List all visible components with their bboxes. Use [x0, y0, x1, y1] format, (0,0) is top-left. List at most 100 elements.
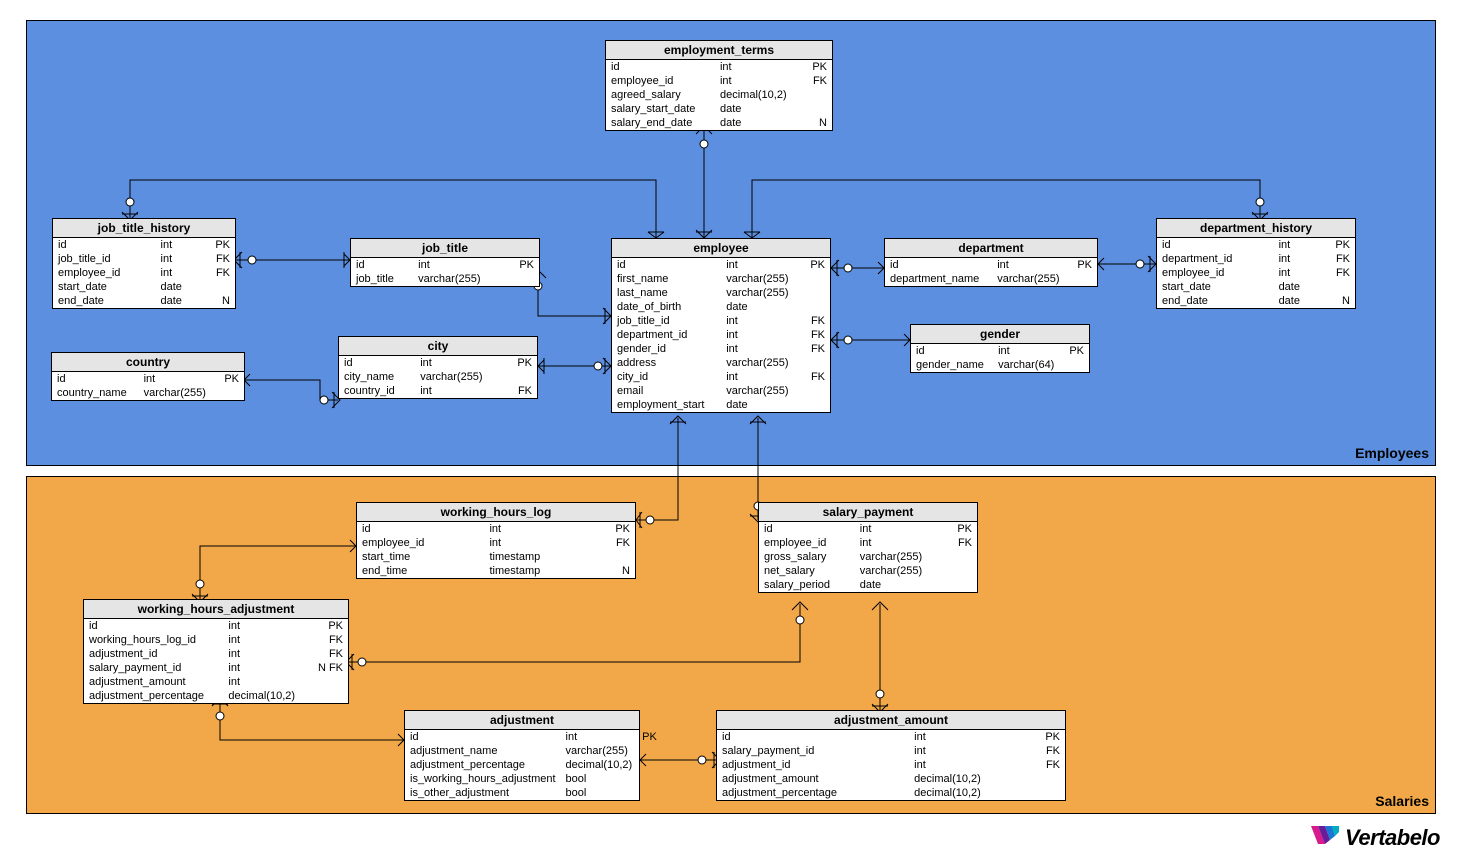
column-row: start_datedate: [1157, 280, 1355, 294]
column-key: PK: [802, 258, 830, 272]
column-row: employee_idintFK: [1157, 266, 1355, 280]
column-type: bool: [561, 772, 638, 786]
column-type: int: [223, 633, 308, 647]
column-type: int: [413, 258, 507, 272]
column-key: [803, 102, 832, 116]
column-row: salary_payment_idintN FK: [84, 661, 348, 675]
column-name: department_id: [612, 328, 721, 342]
column-key: FK: [803, 74, 832, 88]
entity-working_hours_log[interactable]: working_hours_logidintPKemployee_idintFK…: [356, 502, 636, 579]
vertabelo-logo: Vertabelo: [1311, 825, 1440, 851]
entity-columns: idintPKadjustment_namevarchar(255)adjust…: [405, 730, 662, 800]
column-name: department_id: [1157, 252, 1274, 266]
column-row: idintPK: [351, 258, 539, 272]
column-key: PK: [217, 372, 244, 386]
column-name: working_hours_log_id: [84, 633, 223, 647]
column-key: PK: [803, 60, 832, 74]
entity-department[interactable]: departmentidintPKdepartment_namevarchar(…: [884, 238, 1098, 287]
entity-salary_payment[interactable]: salary_paymentidintPKemployee_idintFKgro…: [758, 502, 978, 593]
entity-gender[interactable]: genderidintPKgender_namevarchar(64): [910, 324, 1090, 373]
column-type: timestamp: [484, 550, 591, 564]
column-row: gender_namevarchar(64): [911, 358, 1089, 372]
entity-adjustment[interactable]: adjustmentidintPKadjustment_namevarchar(…: [404, 710, 640, 801]
column-key: [309, 675, 348, 689]
column-row: end_datedateN: [53, 294, 235, 308]
vertabelo-icon: [1311, 826, 1339, 850]
column-name: adjustment_percentage: [84, 689, 223, 703]
column-row: salary_start_datedate: [606, 102, 832, 116]
entity-title: gender: [911, 325, 1089, 344]
column-type: int: [1274, 266, 1320, 280]
entity-job_title_history[interactable]: job_title_historyidintPKjob_title_idintF…: [52, 218, 236, 309]
column-type: int: [1274, 252, 1320, 266]
entity-employment_terms[interactable]: employment_termsidintPKemployee_idintFKa…: [605, 40, 833, 131]
column-key: [803, 88, 832, 102]
entity-employee[interactable]: employeeidintPKfirst_namevarchar(255)las…: [611, 238, 831, 413]
column-row: employee_idintFK: [357, 536, 635, 550]
column-name: gender_id: [612, 342, 721, 356]
column-name: employee_id: [53, 266, 156, 280]
column-name: country_name: [52, 386, 139, 400]
column-row: employment_startdate: [612, 398, 830, 412]
column-name: adjustment_id: [717, 758, 909, 772]
column-name: id: [759, 522, 855, 536]
column-type: int: [156, 252, 201, 266]
column-name: last_name: [612, 286, 721, 300]
column-key: [637, 744, 662, 758]
column-key: [592, 550, 636, 564]
column-key: N: [200, 294, 235, 308]
entity-columns: idintPKworking_hours_log_idintFKadjustme…: [84, 619, 348, 703]
column-type: varchar(255): [855, 550, 946, 564]
column-key: [506, 370, 537, 384]
column-row: addressvarchar(255): [612, 356, 830, 370]
entity-department_history[interactable]: department_historyidintPKdepartment_idin…: [1156, 218, 1356, 309]
column-type: int: [156, 238, 201, 252]
column-key: PK: [592, 522, 636, 536]
column-row: city_namevarchar(255): [339, 370, 537, 384]
column-type: int: [715, 60, 803, 74]
column-key: PK: [946, 522, 977, 536]
column-key: [637, 786, 662, 800]
column-type: int: [909, 730, 1027, 744]
column-name: id: [351, 258, 413, 272]
column-row: first_namevarchar(255): [612, 272, 830, 286]
column-key: [946, 578, 977, 592]
entity-city[interactable]: cityidintPKcity_namevarchar(255)country_…: [338, 336, 538, 399]
column-type: int: [223, 647, 308, 661]
entity-title: country: [52, 353, 244, 372]
entity-country[interactable]: countryidintPKcountry_namevarchar(255): [51, 352, 245, 401]
column-row: idintPK: [1157, 238, 1355, 252]
column-name: id: [885, 258, 992, 272]
column-name: id: [612, 258, 721, 272]
column-name: id: [52, 372, 139, 386]
column-type: int: [156, 266, 201, 280]
column-key: [1027, 786, 1065, 800]
column-type: int: [721, 314, 802, 328]
entity-title: department_history: [1157, 219, 1355, 238]
column-type: int: [715, 74, 803, 88]
column-name: is_working_hours_adjustment: [405, 772, 561, 786]
entity-title: department: [885, 239, 1097, 258]
column-row: last_namevarchar(255): [612, 286, 830, 300]
er-diagram-canvas: Employees Salaries: [0, 0, 1462, 857]
column-key: FK: [592, 536, 636, 550]
column-key: [946, 564, 977, 578]
column-name: salary_end_date: [606, 116, 715, 130]
column-type: int: [484, 522, 591, 536]
column-row: gender_idintFK: [612, 342, 830, 356]
column-type: timestamp: [484, 564, 591, 578]
column-row: idintPK: [84, 619, 348, 633]
entity-columns: idintPKjob_title_idintFKemployee_idintFK…: [53, 238, 235, 308]
column-type: int: [855, 536, 946, 550]
column-row: department_idintFK: [612, 328, 830, 342]
entity-columns: idintPKdepartment_namevarchar(255): [885, 258, 1097, 286]
entity-adjustment_amount[interactable]: adjustment_amountidintPKsalary_payment_i…: [716, 710, 1066, 801]
column-row: adjustment_percentagedecimal(10,2): [84, 689, 348, 703]
column-type: int: [721, 258, 802, 272]
entity-job_title[interactable]: job_titleidintPKjob_titlevarchar(255): [350, 238, 540, 287]
entity-title: city: [339, 337, 537, 356]
column-name: id: [357, 522, 484, 536]
column-key: [507, 272, 539, 286]
column-row: idintPK: [339, 356, 537, 370]
entity-working_hours_adjustment[interactable]: working_hours_adjustmentidintPKworking_h…: [83, 599, 349, 704]
